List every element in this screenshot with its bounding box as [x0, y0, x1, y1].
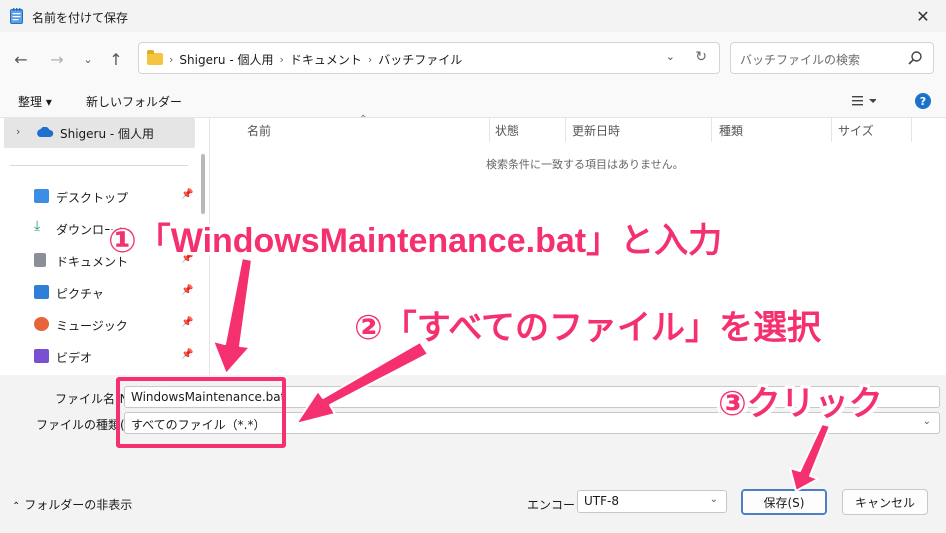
document-icon	[34, 253, 46, 267]
notepad-icon	[10, 8, 23, 24]
sidebar-item-videos[interactable]: ビデオ 📌	[34, 345, 194, 369]
chevron-right-icon: ›	[367, 53, 373, 66]
column-divider[interactable]	[489, 118, 490, 142]
breadcrumb-item[interactable]: ドキュメント	[290, 51, 362, 68]
annotation-step1: ①「WindowsMaintenance.bat」と入力	[108, 222, 723, 260]
up-button[interactable]: ↑	[105, 48, 127, 70]
breadcrumb-item[interactable]: Shigeru - 個人用	[179, 51, 273, 68]
address-dropdown-icon[interactable]: ⌄	[666, 50, 675, 63]
new-folder-button[interactable]: 新しいフォルダー	[86, 93, 182, 110]
sidebar-item-label: ピクチャ	[56, 287, 104, 301]
view-options-icon[interactable]	[852, 95, 876, 107]
annotation-step2: ②「すべてのファイル」を選択	[354, 309, 822, 347]
column-header-modified[interactable]: 更新日時	[572, 122, 620, 139]
cancel-button[interactable]: キャンセル	[842, 489, 928, 515]
folder-icon	[147, 50, 163, 65]
breadcrumb-item[interactable]: バッチファイル	[378, 51, 462, 68]
chevron-right-icon[interactable]: ›	[16, 125, 20, 138]
chevron-down-icon: ⌄	[709, 494, 718, 505]
sidebar-item-desktop[interactable]: デスクトップ 📌	[34, 185, 194, 209]
sidebar-item-label: Shigeru - 個人用	[60, 127, 155, 141]
recent-locations-button[interactable]: ⌄	[77, 48, 99, 70]
save-button[interactable]: 保存(S)	[741, 489, 827, 515]
hide-folders-label: フォルダーの非表示	[24, 498, 133, 512]
help-icon[interactable]: ?	[915, 93, 931, 109]
desktop-icon	[34, 189, 49, 203]
music-icon	[34, 317, 49, 331]
empty-message: 検索条件に一致する項目はありません。	[486, 158, 684, 171]
encoding-value: UTF-8	[584, 494, 619, 508]
pin-icon: 📌	[181, 317, 194, 328]
column-divider[interactable]	[831, 118, 832, 142]
chevron-down-icon: ⌄	[922, 416, 931, 427]
column-header-status[interactable]: 状態	[495, 122, 519, 139]
navigation-bar: ← → ⌄ ↑ › Shigeru - 個人用 › ドキュメント › バッチファ…	[0, 32, 946, 84]
forward-button[interactable]: →	[46, 48, 68, 70]
search-icon[interactable]	[907, 50, 923, 66]
sort-up-icon: ⌃	[359, 114, 368, 125]
sidebar-item-label: ビデオ	[56, 351, 93, 365]
arrow-up-icon: ↑	[109, 49, 123, 69]
hide-folders-toggle[interactable]: ⌃ フォルダーの非表示	[12, 496, 132, 513]
chevron-down-icon: ⌄	[83, 52, 93, 66]
sidebar-item-label: デスクトップ	[56, 191, 129, 205]
chevron-up-icon: ⌃	[12, 501, 21, 512]
picture-icon	[34, 285, 49, 299]
chevron-right-icon: ›	[169, 53, 174, 66]
window-title: 名前を付けて保存	[32, 11, 129, 25]
annotation-step3: ③クリック	[718, 385, 883, 423]
arrow-right-icon: →	[50, 49, 64, 69]
column-divider[interactable]	[565, 118, 566, 142]
sidebar-item-onedrive[interactable]: › Shigeru - 個人用	[4, 118, 195, 148]
pin-icon: 📌	[181, 189, 194, 200]
sidebar-item-pictures[interactable]: ピクチャ 📌	[34, 281, 194, 305]
close-icon: ✕	[916, 6, 930, 26]
column-header-type[interactable]: 種類	[719, 122, 743, 139]
sidebar-item-music[interactable]: ミュージック 📌	[34, 313, 194, 337]
breadcrumb: › Shigeru - 個人用 › ドキュメント › バッチファイル	[169, 51, 462, 68]
video-icon	[34, 349, 49, 363]
column-header-name[interactable]: 名前	[247, 122, 271, 139]
close-button[interactable]: ✕	[900, 0, 946, 32]
download-icon: ⤓	[34, 218, 41, 234]
cloud-icon	[37, 127, 54, 137]
column-divider[interactable]	[911, 118, 912, 142]
organize-menu[interactable]: 整理 ▾	[18, 93, 52, 110]
arrow-left-icon: ←	[14, 49, 28, 69]
pin-icon: 📌	[181, 285, 194, 296]
search-box[interactable]: バッチファイルの検索	[730, 42, 934, 74]
command-bar: 整理 ▾ 新しいフォルダー ?	[0, 84, 946, 118]
address-bar[interactable]: › Shigeru - 個人用 › ドキュメント › バッチファイル ⌄ ↻	[138, 42, 720, 74]
title-bar: 名前を付けて保存 ✕	[0, 0, 946, 32]
highlight-box	[116, 377, 286, 448]
column-divider[interactable]	[711, 118, 712, 142]
chevron-right-icon: ›	[279, 53, 284, 66]
divider	[10, 165, 188, 166]
pin-icon: 📌	[181, 349, 194, 360]
sidebar-item-label: ミュージック	[56, 319, 128, 333]
column-header-size[interactable]: サイズ	[838, 122, 874, 139]
back-button[interactable]: ←	[10, 48, 32, 70]
encoding-select[interactable]: UTF-8 ⌄	[577, 490, 727, 513]
refresh-icon[interactable]: ↻	[695, 49, 707, 65]
scrollbar-thumb[interactable]	[201, 154, 205, 214]
search-placeholder: バッチファイルの検索	[740, 53, 861, 67]
